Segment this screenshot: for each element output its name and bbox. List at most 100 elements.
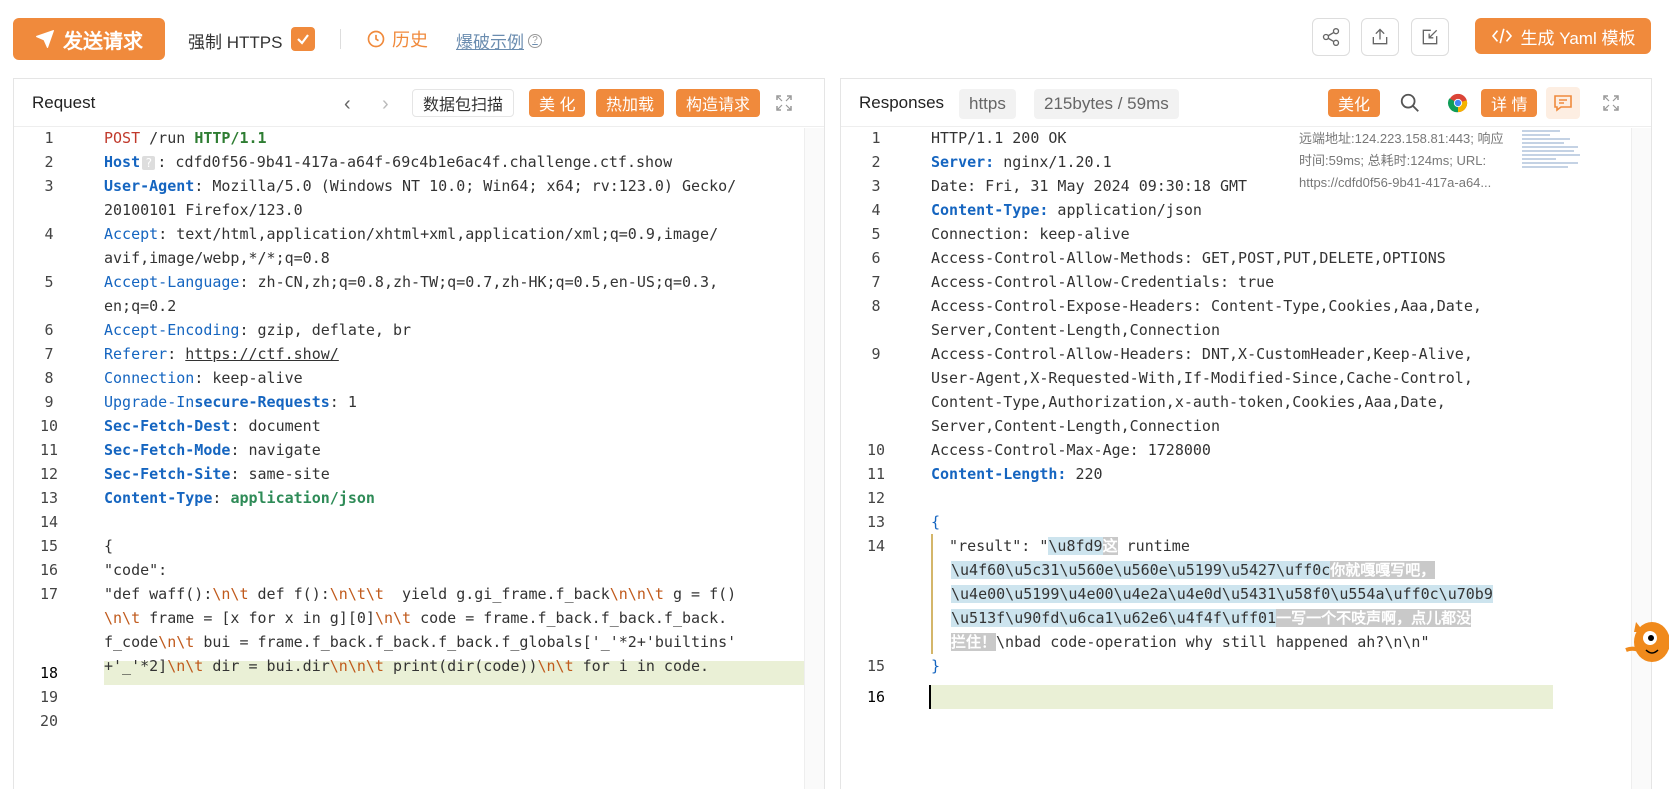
line-number: 6 [44, 321, 54, 339]
code-line: \n\t frame = [x for x in g][0]\n\t code … [104, 606, 727, 630]
referer-link[interactable]: https://ctf.show/ [185, 345, 339, 363]
line-number: 15 [866, 657, 886, 675]
minimap[interactable] [1520, 128, 1584, 170]
header-value: : document [230, 417, 321, 435]
header-key: User-Agent [104, 177, 195, 195]
request-title: Request [32, 93, 96, 112]
protocol-badge: https [959, 89, 1016, 119]
line-number: 16 [39, 561, 59, 579]
mascot-icon[interactable] [1622, 610, 1669, 674]
history-button[interactable]: 历史 [366, 26, 428, 52]
response-header: Responses https 215bytes / 59ms 美化 详 情 [841, 79, 1651, 127]
header-value: en;q=0.2 [104, 297, 177, 315]
json-brace: { [931, 513, 941, 531]
expand-icon[interactable] [1601, 93, 1621, 113]
header-key: Content-Length: [931, 465, 1067, 483]
request-beautify-button[interactable]: 美 化 [529, 89, 586, 117]
header-key: Accept-Language [104, 273, 240, 291]
code-line: Content-Type,Authorization,x-auth-token,… [931, 393, 1446, 411]
json-string: +'_'*2] [104, 657, 168, 675]
search-icon[interactable] [1399, 92, 1421, 114]
line-number: 12 [866, 489, 886, 507]
comment-icon [1554, 95, 1572, 112]
share-button[interactable] [1312, 18, 1350, 56]
line-number: 20 [39, 712, 59, 730]
json-string: \u8fd9 [1048, 537, 1103, 555]
help-icon[interactable]: ? [528, 33, 542, 48]
line-number: 8 [871, 297, 881, 315]
send-request-button[interactable]: 发送请求 [13, 18, 165, 60]
details-button[interactable]: 详 情 [1481, 89, 1538, 117]
request-editor[interactable]: 1 2 3 4 5 6 7 8 9 10 11 12 13 14 15 16 1… [14, 128, 824, 789]
code-line: Server,Content-Length,Connection [931, 321, 1220, 339]
escape-seq: \n\t [158, 633, 195, 651]
json-string: \nbad code-operation why still happened … [996, 633, 1430, 651]
force-https-checkbox[interactable] [291, 27, 315, 51]
code-line: Access-Control-Max-Age: 1728000 [931, 441, 1211, 459]
line-number: 19 [39, 688, 59, 706]
code-line: POST /run HTTP/1.1 [104, 126, 267, 150]
header-value: : navigate [230, 441, 321, 459]
header-key: Referer [104, 345, 168, 363]
code-line: \u513f\u90fd\u6ca1\u62e6\u4f4f\uff01一写一个… [951, 606, 1472, 630]
header-value: : Mozilla/5.0 (Windows NT 10.0; Win64; x… [194, 177, 737, 195]
code-line: \u4f60\u5c31\u560e\u560e\u5199\u5427\uff… [951, 558, 1436, 582]
construct-request-button[interactable]: 构造请求 [676, 89, 761, 117]
header-key: Upgrade-In [104, 393, 195, 411]
decoded-text: 这 [1102, 537, 1118, 555]
header-value: : text/html,application/xhtml+xml,applic… [158, 225, 719, 243]
line-number: 1 [44, 129, 54, 147]
line-number: 9 [44, 393, 54, 411]
response-editor[interactable]: 1 2 3 4 5 6 7 8 9 10 11 12 13 14 15 16 H… [841, 128, 1651, 789]
size-time-label: 215bytes / 59ms [1044, 94, 1169, 113]
line-number: 15 [39, 537, 59, 555]
export-button[interactable] [1361, 18, 1399, 56]
send-request-label: 发送请求 [63, 30, 143, 53]
comment-button[interactable] [1546, 87, 1580, 119]
line-number: 1 [871, 129, 881, 147]
json-key: "result": " [931, 537, 1049, 555]
response-title: Responses [859, 93, 945, 112]
import-button[interactable] [1411, 18, 1449, 56]
line-number: 18 [39, 664, 59, 682]
line-number: 10 [866, 441, 886, 459]
chevron-left-icon[interactable]: ‹ [344, 93, 351, 116]
expand-icon[interactable] [774, 93, 794, 113]
code-line: HTTP/1.1 200 OK [931, 129, 1067, 147]
json-string: code = frame.f_back.f_back.f_back. [411, 609, 728, 627]
header-key: secure-Requests [194, 393, 330, 411]
code-line: \u4e00\u5199\u4e00\u4e2a\u4e0d\u5431\u58… [951, 582, 1493, 606]
packet-scan-label: 数据包扫描 [423, 97, 504, 114]
line-number: 3 [871, 177, 881, 195]
header-value: : 1 [329, 393, 357, 411]
request-header: Request ‹ › 数据包扫描 美 化 热加载 构造请求 [14, 79, 824, 127]
packet-scan-button[interactable]: 数据包扫描 [412, 89, 515, 117]
header-key: Accept [104, 225, 159, 243]
http-protocol: HTTP/1.1 [194, 129, 267, 147]
chevron-right-icon[interactable]: › [382, 93, 389, 116]
response-scrollbar[interactable] [1631, 128, 1651, 789]
hotload-button[interactable]: 热加载 [596, 89, 665, 117]
blast-example-link[interactable]: 爆破示例 ? [456, 28, 542, 53]
code-line: "code": [104, 558, 167, 582]
header-key: Sec-Fetch-Site [104, 465, 231, 483]
request-scrollbar[interactable] [804, 128, 824, 789]
line-number: 17 [39, 585, 59, 603]
text-cursor [929, 685, 931, 709]
header-key: Accept-Encoding [104, 321, 240, 339]
code-line: Content-Length: 220 [931, 462, 1103, 486]
http-method: POST [104, 129, 141, 147]
header-value: application/json [1048, 201, 1202, 219]
header-key: Content-Type [104, 489, 213, 507]
header-value: application/json [230, 489, 375, 507]
response-beautify-button[interactable]: 美化 [1328, 89, 1381, 117]
header-value: : same-site [230, 465, 330, 483]
chrome-icon[interactable] [1447, 92, 1469, 114]
code-line: Access-Control-Allow-Credentials: true [931, 273, 1275, 291]
details-label: 详 情 [1491, 97, 1528, 114]
header-separator: : [167, 345, 186, 363]
send-icon [36, 30, 54, 48]
code-line: +'_'*2]\n\t dir = bui.dir\n\n\t print(di… [104, 654, 709, 678]
generate-yaml-button[interactable]: 生成 Yaml 模板 [1475, 18, 1651, 54]
header-value: : keep-alive [194, 369, 303, 387]
